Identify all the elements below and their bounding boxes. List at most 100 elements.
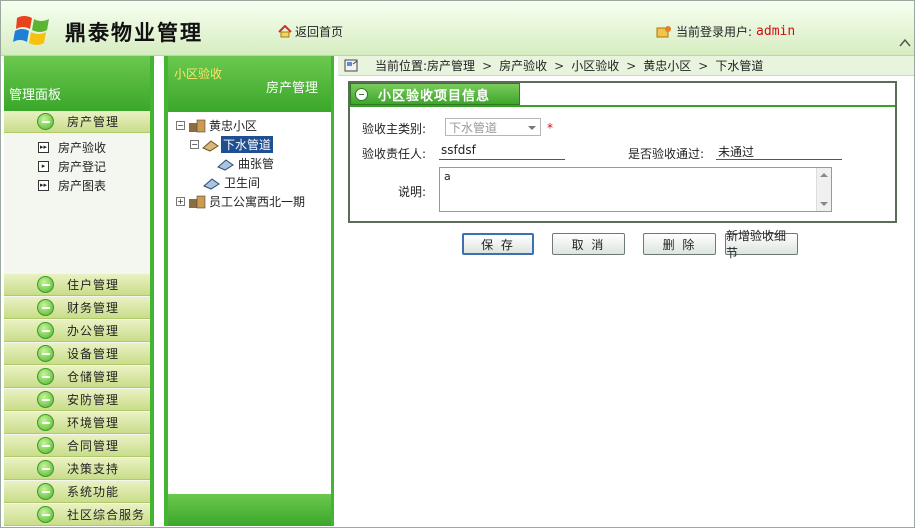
- user-name: admin: [756, 24, 796, 39]
- collapse-header-icon[interactable]: [899, 38, 911, 48]
- left-nav-panel: 管理面板 房产管理 ▸▸ 房产验收 ▸ 房产登记 ▸▸ 房产图表 住户管理财务管…: [4, 56, 154, 526]
- pipe-icon: [217, 158, 234, 171]
- windows-logo-icon: [13, 16, 49, 45]
- collapse-icon: [37, 368, 54, 385]
- collapse-icon: [37, 460, 54, 477]
- remark-textarea[interactable]: a: [439, 167, 832, 212]
- menu-item[interactable]: 决策支持: [4, 458, 150, 480]
- tree-node-label: 下水管道: [221, 136, 274, 153]
- passed-field[interactable]: 未通过: [716, 143, 842, 160]
- location-icon: [344, 59, 358, 72]
- collapse-icon[interactable]: [355, 87, 368, 101]
- collapse-icon: [37, 414, 54, 431]
- menu-item[interactable]: 系统功能: [4, 481, 150, 503]
- remark-label: 说明:: [398, 185, 427, 199]
- menu-item[interactable]: 环境管理: [4, 412, 150, 434]
- submenu-item-acceptance[interactable]: ▸▸ 房产验收: [38, 138, 150, 157]
- menu-item[interactable]: 安防管理: [4, 389, 150, 411]
- scroll-up-icon[interactable]: [820, 173, 828, 177]
- menu-item[interactable]: 财务管理: [4, 297, 150, 319]
- remark-scrollbar[interactable]: [816, 168, 831, 211]
- breadcrumb-separator: >: [554, 58, 565, 73]
- collapse-toggle-icon[interactable]: −: [190, 140, 199, 149]
- menu-label: 办公管理: [67, 324, 120, 338]
- menu-label: 系统功能: [67, 485, 120, 499]
- required-mark: *: [547, 121, 553, 135]
- collapse-toggle-icon[interactable]: −: [176, 121, 185, 130]
- add-detail-button[interactable]: 新增验收细节: [725, 229, 798, 260]
- collapse-icon: [37, 345, 54, 362]
- tree-node-label: 曲张管: [238, 157, 275, 171]
- menu-item[interactable]: 设备管理: [4, 343, 150, 365]
- person-field[interactable]: ssfdsf: [439, 143, 565, 160]
- breadcrumb-item[interactable]: 黄忠小区: [643, 57, 691, 74]
- menu-label: 决策支持: [67, 462, 120, 476]
- menu-item[interactable]: 合同管理: [4, 435, 150, 457]
- scroll-down-icon[interactable]: [820, 202, 828, 206]
- menu-label: 仓储管理: [67, 370, 120, 384]
- tree-node-drainpipe[interactable]: − 下水管道: [168, 135, 331, 154]
- menu-label: 财务管理: [67, 301, 120, 315]
- form-tab-bar: 小区验收项目信息: [350, 83, 895, 107]
- submenu-label: 房产图表: [58, 179, 107, 193]
- home-icon: [278, 25, 292, 38]
- form-title: 小区验收项目信息: [378, 88, 491, 104]
- submenu-label: 房产登记: [58, 160, 107, 174]
- delete-button[interactable]: 删 除: [643, 233, 716, 255]
- tree-node-label: 黄忠小区: [209, 119, 258, 133]
- tree-panel: 小区验收 房产管理 − 黄忠小区 − 下水管道 曲张管 卫生间 + 员工公寓西北…: [164, 56, 334, 526]
- breadcrumb-item[interactable]: 房产管理: [427, 57, 475, 74]
- save-button[interactable]: 保 存: [462, 233, 534, 255]
- type-label: 验收主类别:: [362, 122, 427, 136]
- tree-node-bathroom[interactable]: 卫生间: [168, 173, 331, 192]
- user-icon: [656, 25, 671, 37]
- app-title: 鼎泰物业管理: [65, 20, 203, 45]
- menu-label: 社区综合服务: [67, 508, 146, 522]
- breadcrumb-prefix: 当前位置:: [375, 59, 428, 73]
- breadcrumb-item[interactable]: 小区验收: [571, 57, 619, 74]
- breadcrumb-item[interactable]: 房产验收: [499, 57, 547, 74]
- collapse-icon: [37, 506, 54, 523]
- type-select[interactable]: 下水管道: [445, 118, 541, 136]
- tree-node-label: 卫生间: [224, 176, 261, 190]
- submenu-label: 房产验收: [58, 141, 107, 155]
- collapse-icon: [37, 483, 54, 500]
- collapse-icon: [37, 391, 54, 408]
- home-link[interactable]: 返回首页: [278, 23, 343, 40]
- collapse-icon: [37, 437, 54, 454]
- person-label: 验收责任人:: [362, 147, 427, 161]
- form-tab-title: 小区验收项目信息: [350, 83, 520, 105]
- cancel-button[interactable]: 取 消: [552, 233, 625, 255]
- breadcrumb-separator: >: [626, 58, 637, 73]
- menu-item[interactable]: 社区综合服务: [4, 504, 150, 526]
- tree-node-staff-apartment[interactable]: + 员工公寓西北一期: [168, 192, 331, 211]
- menu-item[interactable]: 仓储管理: [4, 366, 150, 388]
- menu-label: 房产管理: [67, 115, 120, 129]
- submenu-item-registration[interactable]: ▸ 房产登记: [38, 157, 150, 176]
- submenu-item-charts[interactable]: ▸▸ 房产图表: [38, 176, 150, 195]
- expand-box-icon: ▸▸: [38, 180, 49, 191]
- expand-box-icon: ▸▸: [38, 142, 49, 153]
- passed-label: 是否验收通过:: [628, 147, 705, 161]
- current-user: 当前登录用户: admin: [656, 23, 795, 40]
- menu-item[interactable]: 住户管理: [4, 274, 150, 296]
- collapse-icon: [37, 276, 54, 293]
- breadcrumb: 当前位置: 房产管理 > 房产验收 > 小区验收 > 黄忠小区 > 下水管道: [338, 56, 914, 76]
- collapse-icon: [37, 322, 54, 339]
- tree-node-huangzhong[interactable]: − 黄忠小区: [168, 116, 331, 135]
- menu-item[interactable]: 办公管理: [4, 320, 150, 342]
- tree-panel-footer: [168, 494, 331, 526]
- tree-node-varix-pipe[interactable]: 曲张管: [168, 154, 331, 173]
- building-icon: [189, 195, 206, 208]
- type-select-value: 下水管道: [449, 120, 498, 135]
- acceptance-form: 小区验收项目信息 验收主类别: 下水管道 * 验收责任人: ssfdsf 是否验…: [348, 81, 897, 223]
- home-link-label: 返回首页: [295, 25, 344, 39]
- left-panel-title: 管理面板: [9, 88, 62, 103]
- breadcrumb-item: 下水管道: [715, 59, 764, 73]
- tab-community-acceptance[interactable]: 小区验收: [174, 65, 222, 82]
- expand-toggle-icon[interactable]: +: [176, 197, 185, 206]
- chevron-down-icon: [528, 126, 536, 130]
- menu-house-management[interactable]: 房产管理: [4, 111, 150, 133]
- collapse-icon: [37, 113, 54, 130]
- menu-label: 设备管理: [67, 347, 120, 361]
